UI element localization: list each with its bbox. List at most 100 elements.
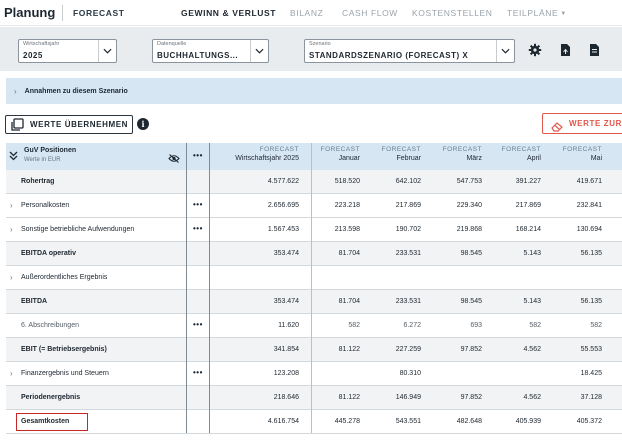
reset-values-button[interactable]: WERTE ZURÜ	[542, 113, 622, 134]
month-cell[interactable]: 81.704	[310, 250, 360, 257]
month-cell[interactable]: 4.562	[491, 394, 541, 401]
apply-values-button[interactable]: WERTE ÜBERNEHMEN	[5, 115, 133, 134]
month-cell[interactable]: 217.869	[371, 202, 421, 209]
month-cell[interactable]: 217.869	[491, 202, 541, 209]
nav-item-gewinn-verlust[interactable]: GEWINN & VERLUST	[181, 8, 276, 18]
month-cell[interactable]: 482.648	[432, 418, 482, 425]
total-cell: 123.208	[273, 370, 299, 377]
month-cell[interactable]: 227.259	[371, 346, 421, 353]
month-cell[interactable]: 213.598	[310, 226, 360, 233]
month-cell[interactable]: 219.868	[432, 226, 482, 233]
row-label: Außerordentliches Ergebnis	[21, 274, 108, 281]
month-cell[interactable]: 190.702	[371, 226, 421, 233]
eraser-icon	[551, 119, 563, 132]
month-cell[interactable]: 233.531	[371, 298, 421, 305]
month-cell[interactable]: 405.939	[491, 418, 541, 425]
month-cell[interactable]: 5.143	[491, 298, 541, 305]
month-cell[interactable]: 543.551	[371, 418, 421, 425]
month-cell[interactable]: 146.949	[371, 394, 421, 401]
month-cell[interactable]: 6.272	[371, 322, 421, 329]
gear-icon[interactable]	[528, 43, 542, 57]
highlight-box	[16, 413, 88, 431]
month-cell[interactable]: 130.694	[552, 226, 602, 233]
month-cell[interactable]: 81.704	[310, 298, 360, 305]
month-cell[interactable]: 547.753	[432, 178, 482, 185]
assumptions-panel[interactable]: › Annahmen zu diesem Szenario	[6, 78, 622, 104]
nav-divider	[62, 4, 63, 21]
column-divider	[186, 143, 187, 433]
expand-row-icon[interactable]: ›	[10, 273, 13, 282]
month-cell[interactable]: 229.340	[432, 202, 482, 209]
month-cell[interactable]: 419.671	[552, 178, 602, 185]
year-select[interactable]: Wirtschaftsjahr 2025	[18, 39, 117, 63]
month-cell[interactable]: 391.227	[491, 178, 541, 185]
table-row[interactable]: › Finanzergebnis und Steuern ••• 123.208 80.…	[6, 362, 622, 386]
row-actions-menu[interactable]: •••	[193, 224, 203, 233]
month-cell[interactable]: 233.531	[371, 250, 421, 257]
month-cell[interactable]: 5.143	[491, 250, 541, 257]
column-header-month: FORECAST März	[436, 146, 482, 162]
header-month-name: März	[466, 155, 482, 162]
reset-values-label: WERTE ZURÜ	[569, 119, 622, 128]
month-cell[interactable]: 81.122	[310, 346, 360, 353]
column-divider	[311, 143, 312, 433]
header-month-scenario: FORECAST	[442, 146, 482, 153]
month-cell[interactable]: 582	[310, 322, 360, 329]
month-cell[interactable]: 405.372	[552, 418, 602, 425]
header-month-name: April	[526, 155, 541, 162]
month-cell[interactable]: 445.278	[310, 418, 360, 425]
download-file-icon[interactable]	[587, 43, 601, 57]
month-cell[interactable]: 55.553	[552, 346, 602, 353]
header-month-scenario: FORECAST	[381, 146, 421, 153]
table-row[interactable]: › Außerordentliches Ergebnis	[6, 266, 622, 290]
collapse-all-icon[interactable]	[9, 148, 18, 166]
expand-row-icon[interactable]: ›	[10, 225, 13, 234]
info-icon[interactable]: i	[137, 118, 149, 130]
month-cell[interactable]: 81.122	[310, 394, 360, 401]
table-row[interactable]: › Sonstige betriebliche Aufwendungen ••• 1.…	[6, 218, 622, 242]
expand-row-icon[interactable]: ›	[10, 201, 13, 210]
month-cell[interactable]: 642.102	[371, 178, 421, 185]
scenario-label: Szenario	[309, 41, 331, 47]
table-row: 6. Abschreibungen ••• 11.620 582 6.272 693 582…	[6, 314, 622, 338]
data-source-select[interactable]: Datenquelle BUCHHALTUNGS...	[152, 39, 269, 63]
hide-eye-icon[interactable]	[168, 150, 180, 168]
month-cell[interactable]: 56.135	[552, 298, 602, 305]
month-cell[interactable]: 97.852	[432, 346, 482, 353]
table-row[interactable]: › Personalkosten ••• 2.656.695 223.218 217.86…	[6, 194, 622, 218]
month-cell[interactable]: 693	[432, 322, 482, 329]
month-cell[interactable]: 223.218	[310, 202, 360, 209]
row-actions-menu[interactable]: •••	[193, 320, 203, 329]
month-cell[interactable]: 37.128	[552, 394, 602, 401]
row-label: Finanzergebnis und Steuern	[21, 370, 109, 377]
nav-forecast[interactable]: FORECAST	[73, 8, 125, 18]
scenario-select[interactable]: Szenario STANDARDSZENARIO (FORECAST) X	[304, 39, 515, 63]
nav-item-teilplaene[interactable]: TEILPLÄNE ▼	[507, 8, 567, 18]
row-actions-menu[interactable]: •••	[193, 200, 203, 209]
month-cell[interactable]: 97.852	[432, 394, 482, 401]
header-month-name: Januar	[338, 155, 360, 162]
month-cell[interactable]: 168.214	[491, 226, 541, 233]
row-label: Rohertrag	[21, 178, 55, 185]
column-header-unit: Werte in EUR	[24, 157, 61, 163]
row-actions-menu[interactable]: •••	[193, 368, 203, 377]
nav-item-cash-flow[interactable]: CASH FLOW	[342, 8, 398, 18]
month-cell[interactable]: 98.545	[432, 298, 482, 305]
month-cell[interactable]: 98.545	[432, 250, 482, 257]
nav-item-kostenstellen[interactable]: KOSTENSTELLEN	[412, 8, 493, 18]
month-cell[interactable]: 582	[552, 322, 602, 329]
month-cell[interactable]: 56.135	[552, 250, 602, 257]
export-file-icon[interactable]	[558, 43, 572, 57]
month-cell[interactable]: 582	[491, 322, 541, 329]
nav-item-bilanz[interactable]: BILANZ	[290, 8, 323, 18]
header-actions-menu[interactable]: •••	[193, 151, 203, 160]
expand-row-icon[interactable]: ›	[10, 369, 13, 378]
month-cell[interactable]: 18.425	[552, 370, 602, 377]
total-cell: 4.577.622	[267, 178, 299, 185]
month-cell[interactable]: 232.841	[552, 202, 602, 209]
total-cell: 341.854	[273, 346, 299, 353]
month-cell[interactable]: 518.520	[310, 178, 360, 185]
month-cell[interactable]: 4.562	[491, 346, 541, 353]
total-cell: 218.646	[273, 394, 299, 401]
month-cell[interactable]: 80.310	[371, 370, 421, 377]
